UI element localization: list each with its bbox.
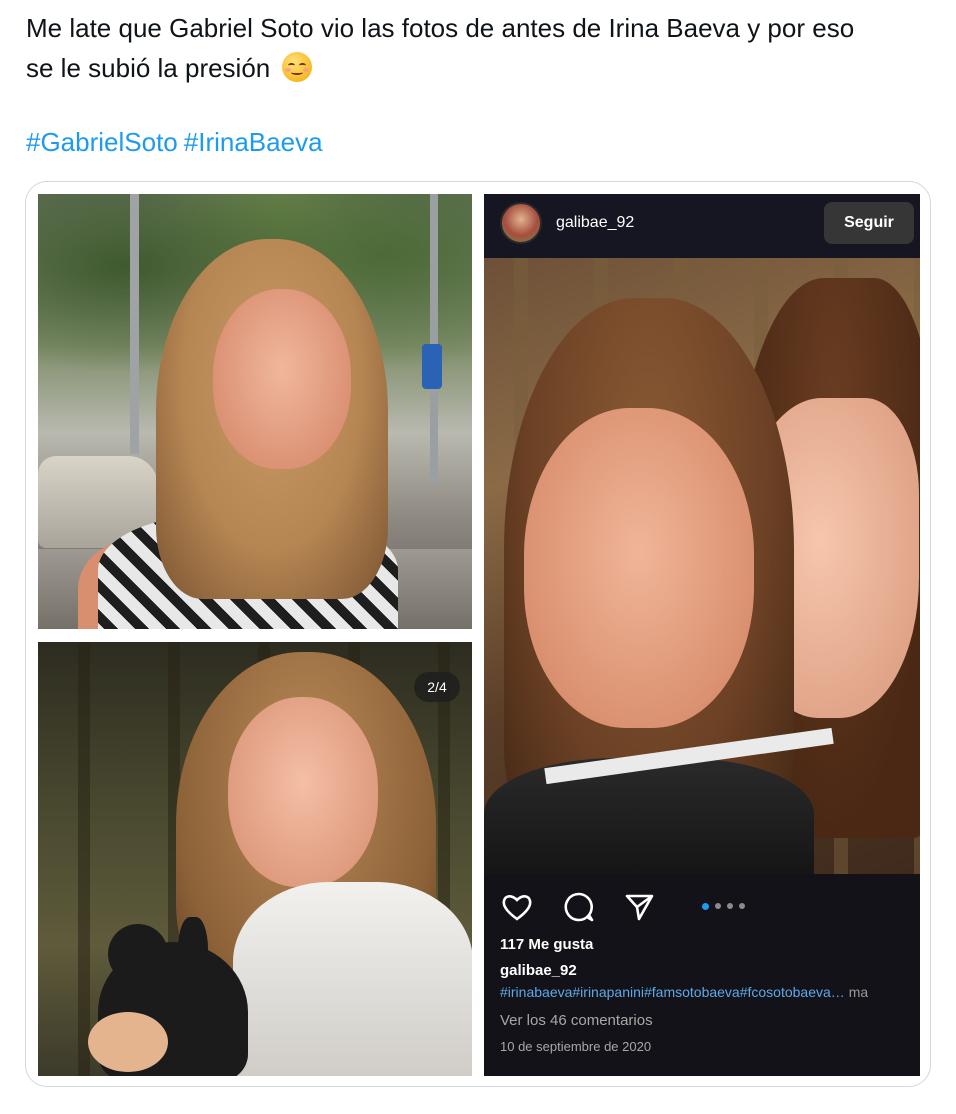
hashtag-irinabaeva[interactable]: #IrinaBaeva: [184, 127, 323, 157]
likes-count: 117 Me gusta: [500, 936, 594, 953]
relieved-face-emoji-icon: [281, 52, 312, 82]
caption-username: galibae_92: [500, 962, 577, 979]
carousel-dots: [702, 903, 745, 910]
instagram-header: galibae_92 Seguir: [484, 194, 920, 258]
photo-blonde-woman-street[interactable]: [38, 194, 472, 629]
caption-more: ma: [848, 984, 869, 1000]
hashtag-list: #GabrielSoto #IrinaBaeva: [26, 122, 329, 162]
instagram-photo-two-women: [484, 258, 920, 874]
caption-hashtags: #irinabaeva#irinapanini#famsotobaeva#fco…: [500, 984, 920, 1000]
instagram-post-footer: 117 Me gusta galibae_92 #irinabaeva#irin…: [484, 874, 920, 1076]
share-icon: [622, 890, 656, 924]
tweet-text-line-1: Me late que Gabriel Soto vio las fotos d…: [26, 13, 855, 43]
carousel-counter-badge: 2/4: [414, 672, 460, 702]
media-grid: 2/4 galibae_92 Seguir 117 Me gusta galib…: [25, 181, 931, 1087]
comment-icon: [562, 890, 596, 924]
tweet-text: Me late que Gabriel Soto vio las fotos d…: [26, 8, 926, 88]
view-comments-link: Ver los 46 comentarios: [500, 1012, 653, 1029]
hashtag-gabrielsoto[interactable]: #GabrielSoto: [26, 127, 178, 157]
tweet-text-line-2: se le subió la presión: [26, 53, 271, 83]
post-date: 10 de septiembre de 2020: [500, 1039, 652, 1054]
photo-woman-forest[interactable]: 2/4: [38, 642, 472, 1076]
heart-icon: [500, 890, 534, 924]
follow-button: Seguir: [824, 202, 914, 244]
instagram-username: galibae_92: [556, 214, 635, 231]
avatar: [500, 202, 542, 244]
instagram-post-screenshot[interactable]: galibae_92 Seguir 117 Me gusta galibae_9…: [484, 194, 920, 1076]
caption-hashtags-text: #irinabaeva#irinapanini#famsotobaeva#fco…: [500, 984, 845, 1000]
